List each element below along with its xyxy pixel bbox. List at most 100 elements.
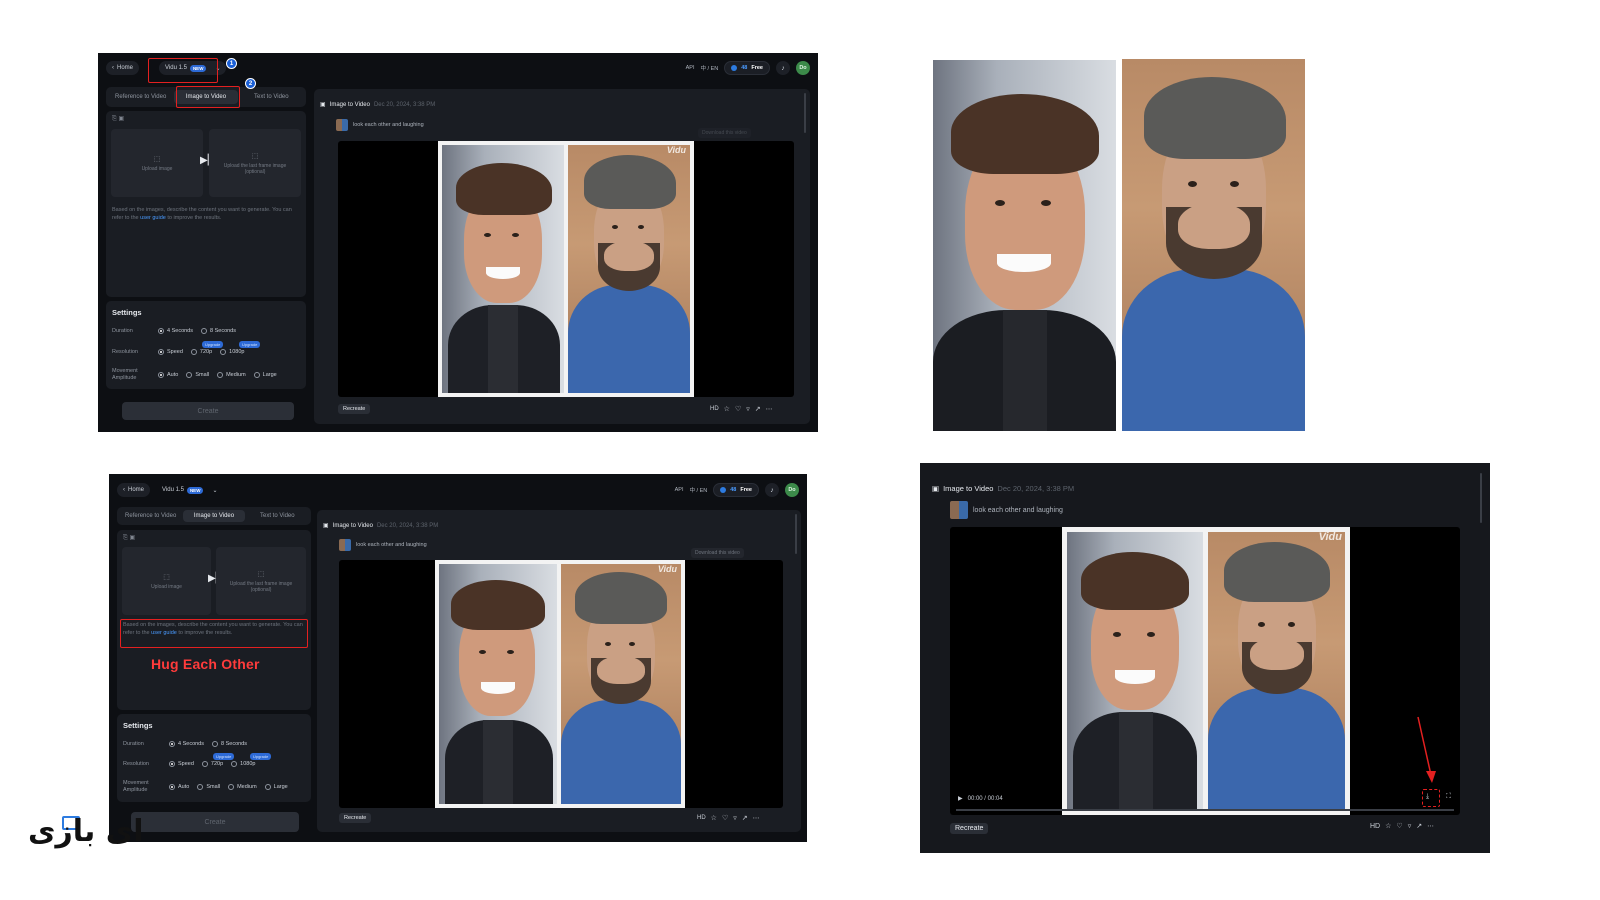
- upload-first-frame[interactable]: ⬚ Upload image: [111, 129, 203, 197]
- movement-small-radio[interactable]: Small: [186, 371, 209, 378]
- tab-text-to-video[interactable]: Text to Video: [247, 510, 308, 522]
- scrollbar[interactable]: [804, 93, 806, 133]
- video-player[interactable]: Vidu: [338, 141, 794, 397]
- avatar[interactable]: Do: [785, 483, 799, 497]
- create-button[interactable]: Create: [131, 812, 299, 832]
- red-arrow-annotation: [1417, 716, 1436, 783]
- star-icon[interactable]: ☆: [1385, 822, 1391, 830]
- resolution-720p-radio[interactable]: 720p: [201, 761, 223, 768]
- movement-auto-radio[interactable]: Auto: [169, 783, 189, 790]
- play-icon[interactable]: ▶: [958, 795, 963, 802]
- prompt-input[interactable]: Based on the images, describe the conten…: [112, 207, 302, 223]
- upload-first-frame[interactable]: ⬚ Upload image: [122, 547, 211, 615]
- share-icon[interactable]: ↗: [1416, 822, 1422, 830]
- image-tool-icon[interactable]: ⎘ ▣: [123, 534, 135, 542]
- resolution-row: Resolution Speed 720p 1080p: [112, 349, 245, 356]
- avatar[interactable]: Do: [796, 61, 810, 75]
- video-icon: ▣: [932, 484, 940, 493]
- resolution-speed-radio[interactable]: Speed: [169, 761, 194, 768]
- tab-reference-to-video[interactable]: Reference to Video: [109, 90, 172, 104]
- video-frame: Vidu: [1062, 527, 1350, 815]
- recreate-button[interactable]: Recreate: [338, 404, 371, 414]
- more-icon[interactable]: ⋯: [753, 814, 760, 822]
- tab-reference-to-video[interactable]: Reference to Video: [120, 510, 181, 522]
- tab-image-to-video[interactable]: Image to Video: [183, 510, 245, 522]
- model-selector[interactable]: Vidu 1.5 NEW ⌄: [156, 483, 223, 497]
- movement-medium-radio[interactable]: Medium: [217, 371, 246, 378]
- thumbs-down-icon[interactable]: ▿: [1408, 822, 1412, 830]
- chevron-down-icon: ⌄: [212, 487, 218, 494]
- vidu-watermark: Vidu: [1318, 531, 1342, 543]
- image-tool-icon[interactable]: ⎘ ▣: [112, 115, 124, 123]
- movement-large-radio[interactable]: Large: [253, 371, 277, 378]
- resolution-720p-radio[interactable]: 720p: [190, 349, 212, 356]
- vidu-watermark: Vidu: [657, 564, 677, 574]
- duration-8s-radio[interactable]: 8 Seconds: [212, 741, 247, 748]
- bell-icon[interactable]: ♪: [765, 483, 779, 497]
- result-actions: HD ☆ ♡ ▿ ↗ ⋯: [710, 405, 773, 413]
- duration-4s-radio[interactable]: 4 Seconds: [169, 741, 204, 748]
- upload-last-frame[interactable]: ⬚ Upload the last frame image (optional): [209, 129, 301, 197]
- portrait-left: [1067, 532, 1203, 810]
- star-icon[interactable]: ☆: [724, 405, 730, 413]
- thumbs-up-icon[interactable]: ♡: [722, 814, 728, 822]
- duration-8s-radio[interactable]: 8 Seconds: [201, 328, 236, 335]
- more-icon[interactable]: ⋯: [766, 405, 773, 413]
- thumbs-down-icon[interactable]: ▿: [733, 814, 737, 822]
- scrollbar[interactable]: [1480, 473, 1482, 523]
- portrait-left: [442, 145, 564, 393]
- hd-button[interactable]: HD: [1370, 823, 1380, 830]
- user-guide-link[interactable]: user guide: [140, 215, 166, 221]
- movement-small-radio[interactable]: Small: [197, 783, 220, 790]
- movement-large-radio[interactable]: Large: [264, 783, 288, 790]
- resolution-1080p-radio[interactable]: 1080p: [231, 761, 255, 768]
- share-icon[interactable]: ↗: [755, 405, 761, 413]
- video-player[interactable]: Vidu ▶ 00:00 / 00:04 ⤓ ⛶: [950, 527, 1460, 815]
- duration-4s-radio[interactable]: 4 Seconds: [158, 328, 193, 335]
- settings-panel: Settings Duration 4 Seconds 8 Seconds Up…: [106, 301, 306, 389]
- video-progress-bar[interactable]: [956, 809, 1454, 811]
- result-actions: HD ☆ ♡ ▿ ↗ ⋯: [1370, 822, 1434, 831]
- screenshot-top-left: ‹ Home Vidu 1.5 NEW ⌄ API 中 / EN 48 Free ♪ D…: [98, 53, 818, 432]
- source-photo-left: [933, 60, 1116, 431]
- hd-button[interactable]: HD: [710, 406, 719, 412]
- scrollbar[interactable]: [795, 514, 797, 554]
- resolution-speed-radio[interactable]: Speed: [158, 349, 183, 356]
- movement-medium-radio[interactable]: Medium: [228, 783, 257, 790]
- highlight-prompt-input: [120, 619, 308, 648]
- tab-text-to-video[interactable]: Text to Video: [240, 90, 303, 104]
- bell-icon[interactable]: ♪: [776, 61, 790, 75]
- upgrade-badge: Upgrade: [202, 341, 224, 348]
- hd-button[interactable]: HD: [697, 815, 706, 821]
- more-icon[interactable]: ⋯: [1427, 822, 1434, 830]
- star-icon[interactable]: ☆: [711, 814, 717, 822]
- source-photo-right: [1122, 59, 1305, 431]
- home-button[interactable]: ‹ Home: [106, 61, 140, 75]
- download-hint: Download this video: [698, 128, 751, 138]
- recreate-button[interactable]: Recreate: [339, 813, 372, 823]
- video-player[interactable]: Vidu: [339, 560, 783, 808]
- language-switch[interactable]: 中 / EN: [701, 64, 719, 72]
- upload-icon: ⬚: [257, 570, 265, 578]
- fullscreen-icon[interactable]: ⛶: [1446, 793, 1451, 801]
- result-panel: ▣ Image to Video Dec 20, 2024, 3:38 PM l…: [317, 510, 801, 832]
- resolution-1080p-radio[interactable]: 1080p: [220, 349, 244, 356]
- credit-icon: [731, 65, 738, 71]
- movement-auto-radio[interactable]: Auto: [158, 371, 178, 378]
- share-icon[interactable]: ↗: [742, 814, 748, 822]
- chevron-left-icon: ‹: [112, 65, 114, 71]
- credits-badge[interactable]: 48 Free: [713, 483, 759, 497]
- api-link[interactable]: API: [675, 487, 684, 493]
- highlight-model-selector: [148, 58, 218, 83]
- recreate-button[interactable]: Recreate: [950, 823, 989, 834]
- credits-badge[interactable]: 48 Free: [724, 61, 770, 75]
- thumbs-up-icon[interactable]: ♡: [735, 405, 741, 413]
- upload-last-frame[interactable]: ⬚ Upload the last frame image (optional): [216, 547, 306, 615]
- thumbs-down-icon[interactable]: ▿: [746, 405, 750, 413]
- home-button[interactable]: ‹ Home: [117, 483, 151, 497]
- result-header: ▣ Image to Video Dec 20, 2024, 3:38 PM: [932, 484, 1075, 493]
- create-button[interactable]: Create: [122, 402, 294, 420]
- language-switch[interactable]: 中 / EN: [690, 486, 708, 494]
- thumbs-up-icon[interactable]: ♡: [1396, 822, 1402, 830]
- api-link[interactable]: API: [686, 65, 695, 71]
